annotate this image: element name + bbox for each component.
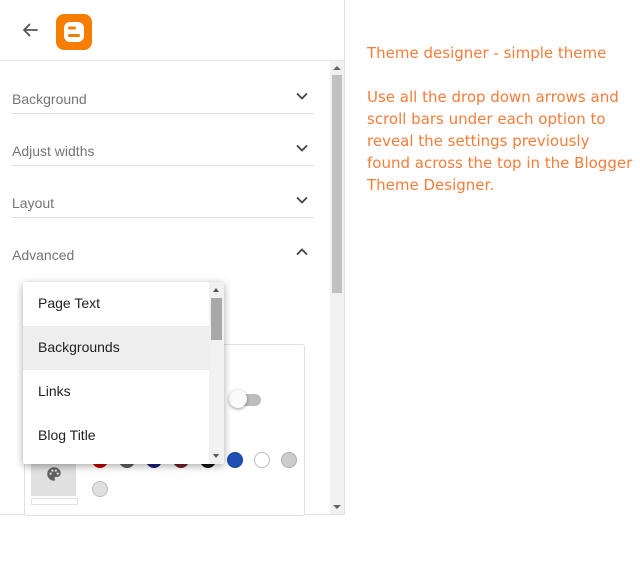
dropdown-option-backgrounds[interactable]: Backgrounds xyxy=(23,326,209,370)
scrollbar-thumb[interactable] xyxy=(332,75,342,293)
scroll-up-icon[interactable] xyxy=(333,66,341,70)
section-label: Background xyxy=(12,91,87,107)
color-swatch[interactable] xyxy=(227,452,243,468)
dropdown-option-label: Blog Title xyxy=(38,427,96,443)
chevron-down-icon xyxy=(296,196,308,204)
scroll-up-icon[interactable] xyxy=(213,288,219,292)
color-swatch[interactable] xyxy=(254,452,270,468)
chevron-down-icon xyxy=(296,92,308,100)
scroll-down-icon[interactable] xyxy=(333,505,341,509)
dropdown-option-page-text[interactable]: Page Text xyxy=(23,282,209,326)
setting-toggle[interactable] xyxy=(229,390,261,408)
palette-icon xyxy=(46,466,61,481)
section-adjust-widths[interactable]: Adjust widths xyxy=(12,113,314,166)
dropdown-option-label: Page Text xyxy=(38,295,101,311)
top-bar xyxy=(0,0,344,61)
arrow-left-icon xyxy=(23,23,38,37)
chevron-up-icon xyxy=(296,248,308,256)
section-label: Adjust widths xyxy=(12,143,95,159)
dropdown-option-blog-title[interactable]: Blog Title xyxy=(23,414,209,458)
blogger-logo-icon xyxy=(56,14,92,50)
annotation-heading: Theme designer - simple theme xyxy=(367,44,607,62)
scroll-down-icon[interactable] xyxy=(213,454,219,458)
section-label: Advanced xyxy=(12,247,75,263)
section-background[interactable]: Background xyxy=(12,61,314,114)
back-button[interactable] xyxy=(18,18,42,42)
dropdown-scrollbar[interactable] xyxy=(209,282,224,464)
color-target-dropdown[interactable]: Page Text Backgrounds Links Blog Title xyxy=(23,282,224,464)
annotation-note: Theme designer - simple theme Use all th… xyxy=(367,42,637,196)
dropdown-option-links[interactable]: Links xyxy=(23,370,209,414)
scrollbar-thumb[interactable] xyxy=(211,298,222,340)
chevron-down-icon xyxy=(296,144,308,152)
panel-scrollbar[interactable] xyxy=(330,61,344,514)
section-label: Layout xyxy=(12,195,55,211)
color-swatch[interactable] xyxy=(281,452,297,468)
dropdown-option-label: Backgrounds xyxy=(38,339,120,355)
section-advanced[interactable]: Advanced xyxy=(12,217,314,269)
color-swatch[interactable] xyxy=(92,481,108,497)
section-layout[interactable]: Layout xyxy=(12,165,314,218)
color-preview-bar xyxy=(31,498,78,505)
toggle-knob xyxy=(229,390,247,408)
annotation-body: Use all the drop down arrows and scroll … xyxy=(367,88,633,194)
dropdown-option-label: Links xyxy=(38,383,71,399)
